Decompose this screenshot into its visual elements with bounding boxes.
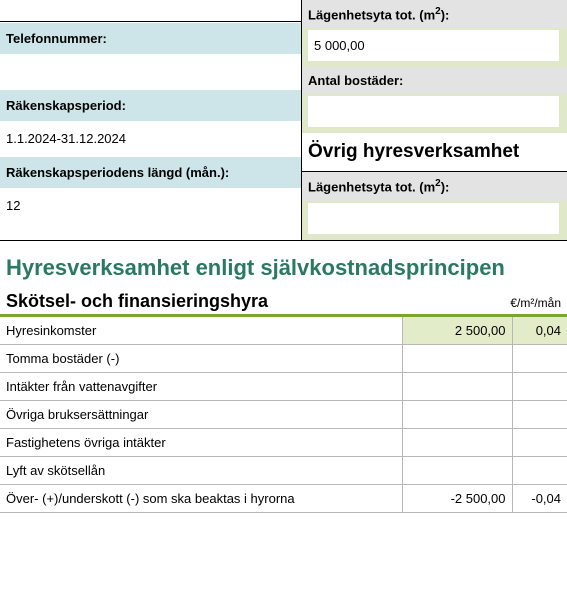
table-row: Över- (+)/underskott (-) som ska beaktas… [0,485,567,513]
row-value-amount[interactable] [402,457,512,485]
row-label: Övriga bruksersättningar [0,401,402,429]
rakenskapsperiod-value[interactable]: 1.1.2024-31.12.2024 [0,121,301,156]
row-label: Lyft av skötsellån [0,457,402,485]
row-value-amount[interactable] [402,429,512,457]
lagenhetsyta-value[interactable]: 5 000,00 [308,30,559,61]
lagenhetsyta2-label: Lägenhetsyta tot. (m2): [302,172,567,200]
antal-bostader-value[interactable] [308,96,559,127]
left-column: Telefonnummer: Räkenskapsperiod: 1.1.202… [0,0,302,240]
telefonnummer-value[interactable] [0,54,301,89]
row-value-amount[interactable] [402,373,512,401]
antal-bostader-label: Antal bostäder: [302,67,567,94]
row-value-rate[interactable] [512,345,567,373]
row-value-rate[interactable]: -0,04 [512,485,567,513]
row-label: Över- (+)/underskott (-) som ska beaktas… [0,485,402,513]
row-value-amount[interactable] [402,345,512,373]
row-value-amount[interactable]: 2 500,00 [402,317,512,345]
table-row: Lyft av skötsellån [0,457,567,485]
section-title: Skötsel- och finansieringshyra [6,291,268,312]
lagenhetsyta2-value[interactable] [308,203,559,234]
rakenskapsperiod-length-value[interactable]: 12 [0,188,301,223]
lagenhetsyta-label: Lägenhetsyta tot. (m2): [302,0,567,28]
telefonnummer-label: Telefonnummer: [0,22,301,54]
row-value-amount[interactable] [402,401,512,429]
unit-header: €/m²/mån [510,296,561,312]
table-row: Intäkter från vattenavgifter [0,373,567,401]
row-label: Fastighetens övriga intäkter [0,429,402,457]
main-title: Hyresverksamhet enligt självkostnadsprin… [0,241,567,285]
table-row: Övriga bruksersättningar [0,401,567,429]
finance-table: Hyresinkomster2 500,000,04Tomma bostäder… [0,317,567,514]
section-header: Skötsel- och finansieringshyra €/m²/mån [0,285,567,317]
row-label: Hyresinkomster [0,317,402,345]
top-info-grid: Telefonnummer: Räkenskapsperiod: 1.1.202… [0,0,567,241]
right-column: Lägenhetsyta tot. (m2): 5 000,00 Antal b… [302,0,567,240]
blank-cell [0,0,301,22]
rakenskapsperiod-label: Räkenskapsperiod: [0,89,301,121]
row-value-rate[interactable]: 0,04 [512,317,567,345]
ovrig-hyresverksamhet-title: Övrig hyresverksamhet [302,133,567,172]
row-value-rate[interactable] [512,373,567,401]
table-row: Tomma bostäder (-) [0,345,567,373]
row-label: Tomma bostäder (-) [0,345,402,373]
rakenskapsperiod-length-label: Räkenskapsperiodens längd (mån.): [0,156,301,188]
row-value-rate[interactable] [512,457,567,485]
row-value-rate[interactable] [512,401,567,429]
table-row: Hyresinkomster2 500,000,04 [0,317,567,345]
table-row: Fastighetens övriga intäkter [0,429,567,457]
row-value-amount[interactable]: -2 500,00 [402,485,512,513]
row-label: Intäkter från vattenavgifter [0,373,402,401]
row-value-rate[interactable] [512,429,567,457]
